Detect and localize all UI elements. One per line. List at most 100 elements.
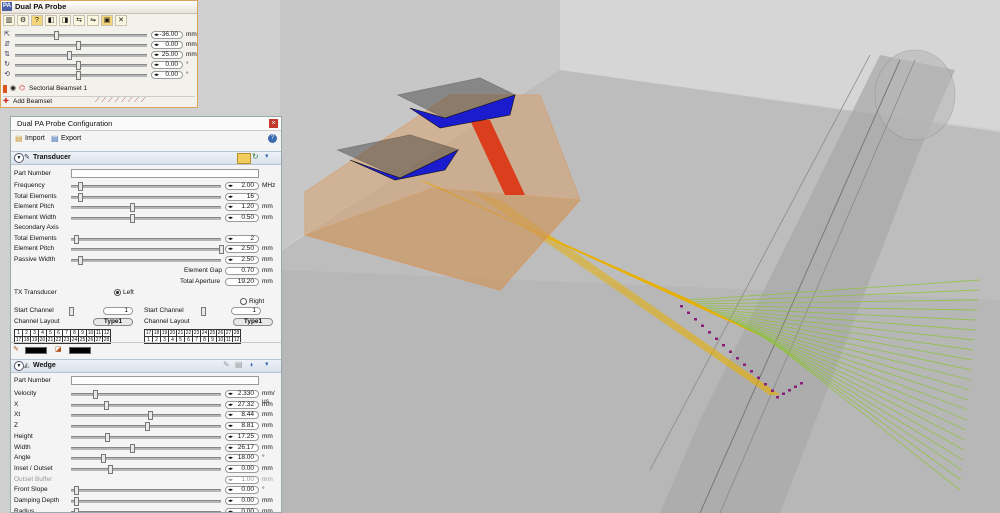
collapse-icon[interactable]: ▼	[14, 153, 24, 163]
slider-track[interactable]	[71, 446, 221, 450]
spinner-arrows-icon[interactable]: ◂▸	[228, 204, 233, 210]
slider-thumb[interactable]	[147, 411, 153, 421]
slider-thumb[interactable]	[78, 255, 84, 265]
value-spinner[interactable]: 18.00 ◂▸	[225, 454, 259, 463]
probe-left-icon[interactable]: ◧	[45, 15, 57, 26]
tx-right-radio[interactable]	[240, 298, 247, 305]
spinner-arrows-icon[interactable]: ◂▸	[228, 402, 233, 408]
transducer-menu-icon[interactable]: ▾	[265, 152, 269, 160]
spinner-arrows-icon[interactable]: ◂▸	[154, 52, 159, 58]
slider-thumb[interactable]	[67, 51, 72, 60]
spinner-arrows-icon[interactable]: ◂▸	[228, 246, 233, 252]
probe-swap-icon[interactable]: ⇆	[73, 15, 85, 26]
spinner-arrows-icon[interactable]: ◂▸	[228, 257, 233, 263]
slider-thumb[interactable]	[76, 71, 82, 80]
spinner-arrows-icon[interactable]: ◂▸	[228, 466, 233, 472]
slider-thumb[interactable]	[54, 31, 59, 40]
value-spinner[interactable]: 2.50 ◂▸	[225, 245, 259, 253]
slider-thumb[interactable]	[73, 507, 79, 512]
value-spinner[interactable]: 2 ◂▸	[225, 234, 259, 243]
beamset-row[interactable]: ◉ ⌬ Sectorial Beamset 1	[3, 84, 195, 94]
slider-thumb[interactable]	[130, 203, 136, 212]
slider-track[interactable]	[71, 435, 221, 439]
spinner-arrows-icon[interactable]: ◂▸	[228, 434, 233, 440]
slider-thumb[interactable]	[73, 486, 79, 496]
probe-view-icon[interactable]: ▥	[3, 15, 15, 26]
collapse-icon[interactable]: ▼	[14, 361, 24, 371]
slider-thumb[interactable]	[105, 432, 111, 442]
export-button[interactable]: Export	[61, 135, 81, 142]
spinner-arrows-icon[interactable]: ◂▸	[228, 509, 233, 512]
slider-thumb[interactable]	[93, 390, 99, 399]
channel-layout-right[interactable]: Type1	[233, 318, 273, 326]
slider-thumb[interactable]	[73, 497, 79, 506]
visibility-eye-icon[interactable]: ◉	[10, 84, 16, 92]
slider-thumb[interactable]	[76, 41, 82, 50]
slider-track[interactable]	[71, 206, 221, 209]
transducer-refresh-icon[interactable]: ↻	[252, 152, 259, 161]
value-spinner[interactable]: 25.00 ◂▸	[151, 51, 183, 59]
slider-track[interactable]	[71, 258, 221, 262]
slider-track[interactable]	[71, 248, 221, 251]
part-number-input[interactable]	[71, 376, 259, 385]
value-spinner[interactable]: 0.00 ◂▸	[225, 486, 259, 495]
slider-thumb[interactable]	[219, 245, 224, 254]
slider-track[interactable]	[71, 500, 221, 503]
value-spinner[interactable]: 16 ◂▸	[225, 192, 259, 201]
slider-track[interactable]	[71, 467, 221, 471]
wedge-menu-icon[interactable]: ▾	[265, 360, 269, 368]
slider-thumb[interactable]	[201, 307, 206, 316]
wedge-edit-icon[interactable]: ✎	[223, 360, 230, 369]
slider-track[interactable]	[15, 54, 147, 57]
probe-config-icon[interactable]: ⚙	[17, 15, 29, 26]
slider-track[interactable]	[71, 457, 221, 461]
part-number-input[interactable]	[71, 169, 259, 178]
value-spinner[interactable]: 0.00 ◂▸	[225, 464, 259, 473]
value-spinner[interactable]: 26.17 ◂▸	[225, 443, 259, 452]
transducer-library-icon[interactable]	[237, 153, 251, 164]
start-channel-right[interactable]: 1	[231, 307, 261, 315]
add-beamset-button[interactable]: Add Beamset	[13, 98, 52, 105]
slider-thumb[interactable]	[130, 443, 136, 453]
wedge-library-icon[interactable]: ▤	[235, 360, 243, 369]
beam-type-icons[interactable]: ⟋⟋⟋⟋⟋⟋⟋⟋	[95, 97, 147, 105]
start-channel-left[interactable]: 1	[103, 307, 133, 315]
slider-thumb[interactable]	[145, 422, 150, 432]
color-swatch-black-2[interactable]	[69, 347, 91, 354]
color-swatch-black[interactable]	[25, 347, 47, 354]
spinner-arrows-icon[interactable]: ◂▸	[228, 215, 233, 221]
value-spinner[interactable]: 0.00 ◂▸	[225, 497, 259, 505]
probe-mirror-icon[interactable]: ⇋	[87, 15, 99, 26]
spinner-arrows-icon[interactable]: ◂▸	[228, 423, 233, 429]
value-spinner[interactable]: 0.00 ◂▸	[151, 41, 183, 49]
value-spinner[interactable]: 2.50 ◂▸	[225, 255, 259, 264]
fill-icon[interactable]: ◪	[55, 345, 62, 353]
spinner-arrows-icon[interactable]: ◂▸	[228, 445, 233, 451]
value-spinner[interactable]: 0.00 ◂▸	[225, 507, 259, 512]
value-spinner[interactable]: -36.00 ◂▸	[151, 31, 183, 39]
brush-icon[interactable]: ✎	[13, 345, 19, 353]
value-spinner[interactable]: 8.44 ◂▸	[225, 411, 259, 420]
spinner-arrows-icon[interactable]: ◂▸	[228, 412, 233, 418]
spinner-arrows-icon[interactable]: ◂▸	[228, 487, 233, 493]
slider-track[interactable]	[15, 34, 147, 37]
spinner-arrows-icon[interactable]: ◂▸	[228, 391, 233, 397]
import-button[interactable]: Import	[25, 135, 45, 142]
slider-thumb[interactable]	[100, 454, 106, 464]
slider-thumb[interactable]	[130, 213, 136, 223]
spinner-arrows-icon[interactable]: ◂▸	[228, 183, 233, 189]
slider-track[interactable]	[71, 403, 221, 407]
value-spinner[interactable]: 8.81 ◂▸	[225, 422, 259, 431]
probe-pin-icon[interactable]: ✕	[115, 15, 127, 26]
slider-track[interactable]	[71, 185, 221, 188]
value-spinner[interactable]: 27.32 ◂▸	[225, 400, 259, 409]
slider-track[interactable]	[71, 489, 221, 493]
spinner-arrows-icon[interactable]: ◂▸	[154, 72, 159, 78]
slider-track[interactable]	[71, 195, 221, 199]
probe-right-icon[interactable]: ◨	[59, 15, 71, 26]
spinner-arrows-icon[interactable]: ◂▸	[228, 477, 233, 483]
slider-track[interactable]	[71, 237, 221, 241]
spinner-arrows-icon[interactable]: ◂▸	[228, 498, 233, 504]
help-icon[interactable]: ?	[31, 15, 43, 26]
value-spinner[interactable]: 0.00 ◂▸	[151, 71, 183, 79]
